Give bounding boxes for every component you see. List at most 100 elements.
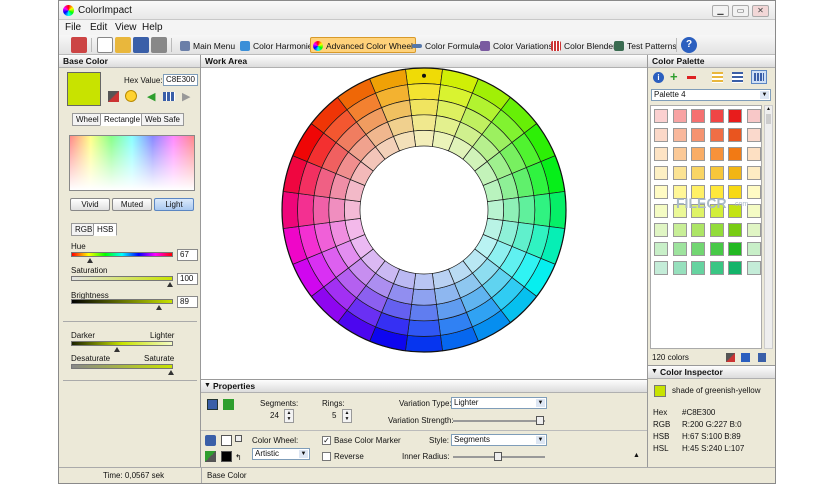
info-icon[interactable]: i xyxy=(653,72,664,83)
menu-edit[interactable]: Edit xyxy=(90,22,107,33)
palette-swatch[interactable] xyxy=(672,109,687,123)
light-button[interactable]: Light xyxy=(154,198,194,211)
palette-swatch[interactable] xyxy=(654,147,668,161)
swap-colors-icon[interactable] xyxy=(235,435,242,442)
palette-swatch[interactable] xyxy=(654,128,668,142)
wheel-segment[interactable] xyxy=(409,303,439,322)
eyedropper-icon[interactable] xyxy=(108,91,119,102)
color-wheel[interactable] xyxy=(201,55,647,379)
wheel-segment[interactable] xyxy=(409,98,439,117)
palette-swatch[interactable] xyxy=(654,223,668,237)
palette-swatch[interactable] xyxy=(746,128,761,142)
palette-swatch[interactable] xyxy=(746,109,761,123)
wheel-segment[interactable] xyxy=(411,114,437,132)
wheel-segment[interactable] xyxy=(281,191,300,229)
palette-swatch[interactable] xyxy=(728,223,742,237)
palette-swatch[interactable] xyxy=(746,242,761,256)
menu-help[interactable]: Help xyxy=(142,22,163,33)
wheel-segment[interactable] xyxy=(405,334,443,353)
palette-swatch[interactable] xyxy=(728,185,742,199)
palette-swatch[interactable] xyxy=(746,166,761,180)
saturate-handle[interactable] xyxy=(168,370,174,375)
saturate-slider[interactable] xyxy=(71,364,173,369)
new-file-icon[interactable] xyxy=(97,37,113,53)
palette-swatch[interactable] xyxy=(728,109,742,123)
segments-spinner[interactable]: ▲ ▼ xyxy=(284,409,294,423)
palette-swatch[interactable] xyxy=(709,147,724,161)
palette-swatch[interactable] xyxy=(672,128,687,142)
palette-swatch[interactable] xyxy=(746,223,761,237)
arrow-left-icon[interactable]: ◀ xyxy=(147,92,155,103)
wheel-segment[interactable] xyxy=(407,83,441,101)
palette-swatch[interactable] xyxy=(654,166,668,180)
vivid-button[interactable]: Vivid xyxy=(70,198,110,211)
wheel-segment[interactable] xyxy=(517,195,536,225)
palette-swatch[interactable] xyxy=(728,128,742,142)
hue-input[interactable]: 67 xyxy=(177,249,198,261)
palette-swatch[interactable] xyxy=(728,242,742,256)
menu-file[interactable]: File xyxy=(65,22,81,33)
tab-color-blender[interactable]: Color Blender xyxy=(548,37,619,53)
inner-radius-handle[interactable] xyxy=(494,452,502,461)
palette-scrollbar[interactable]: ▲ xyxy=(764,105,773,349)
line-color-swatch[interactable] xyxy=(221,451,232,462)
reverse-checkbox[interactable] xyxy=(322,452,331,461)
help-icon[interactable]: ? xyxy=(681,37,697,53)
hue-slider-handle[interactable] xyxy=(87,258,93,263)
color-wheel-select[interactable]: Artistic ▼ xyxy=(252,448,310,460)
wheel-segment[interactable] xyxy=(328,197,346,223)
tab-advanced-color-wheel[interactable]: Advanced Color Wheel xyxy=(310,37,416,53)
palette-save-icon[interactable] xyxy=(741,353,750,362)
palette-swatch[interactable] xyxy=(746,147,761,161)
expand-up-icon[interactable]: ▲ xyxy=(633,452,640,459)
reset-colors-icon[interactable]: ↰ xyxy=(235,454,242,462)
detail-view-icon[interactable] xyxy=(732,72,743,83)
saturation-slider[interactable] xyxy=(71,276,173,281)
palette-swatch[interactable] xyxy=(709,223,724,237)
tab-main-menu[interactable]: Main Menu xyxy=(177,37,238,53)
exit-icon[interactable] xyxy=(71,37,87,53)
palette-swatch[interactable] xyxy=(709,242,724,256)
tab-color-formulae[interactable]: Color Formulae xyxy=(409,37,487,53)
base-color-marker-checkbox[interactable]: ✓ xyxy=(322,436,331,445)
print-icon[interactable] xyxy=(151,37,167,53)
palette-swatch[interactable] xyxy=(654,204,668,218)
palette-swatch[interactable] xyxy=(691,166,705,180)
trash-icon[interactable] xyxy=(758,353,766,362)
base-color-swatch[interactable] xyxy=(67,72,101,106)
palette-swatch[interactable] xyxy=(672,261,687,275)
muted-button[interactable]: Muted xyxy=(112,198,152,211)
brightness-input[interactable]: 89 xyxy=(177,296,198,308)
palette-swatch[interactable] xyxy=(709,109,724,123)
wheel-segment[interactable] xyxy=(312,195,331,225)
palette-swatch[interactable] xyxy=(691,147,705,161)
color-rectangle-picker[interactable] xyxy=(69,135,195,191)
palette-swatch[interactable] xyxy=(709,261,724,275)
variation-strength-slider[interactable] xyxy=(453,420,545,422)
palette-swatch[interactable] xyxy=(728,166,742,180)
tab-color-variations[interactable]: Color Variations xyxy=(477,37,556,53)
menu-view[interactable]: View xyxy=(115,22,137,33)
tab-rectangle[interactable]: Rectangle xyxy=(100,113,145,126)
fill-color-swatch[interactable] xyxy=(221,435,232,446)
brightness-slider[interactable] xyxy=(71,299,173,304)
palette-swatch[interactable] xyxy=(728,147,742,161)
hue-slider[interactable] xyxy=(71,252,173,257)
wheel-segment[interactable] xyxy=(533,193,551,227)
fill-bucket-icon[interactable] xyxy=(205,435,216,446)
palette-swatch[interactable] xyxy=(672,147,687,161)
rings-value[interactable]: 5 xyxy=(332,411,336,420)
wheel-segment[interactable] xyxy=(413,273,435,290)
palette-swatch[interactable] xyxy=(691,128,705,142)
wheel-segment[interactable] xyxy=(487,199,504,221)
palette-swatch[interactable] xyxy=(672,166,687,180)
collapse-inspector-icon[interactable]: ▼ xyxy=(651,366,658,378)
palette-swatch[interactable] xyxy=(746,204,761,218)
apply-properties-icon[interactable] xyxy=(223,399,234,410)
tab-wheel[interactable]: Wheel xyxy=(72,113,103,126)
saturation-slider-handle[interactable] xyxy=(167,282,173,287)
wheel-segment[interactable] xyxy=(413,130,435,147)
wheel-segment[interactable] xyxy=(411,288,437,306)
palette-swatch[interactable] xyxy=(654,261,668,275)
palette-swatch[interactable] xyxy=(691,261,705,275)
